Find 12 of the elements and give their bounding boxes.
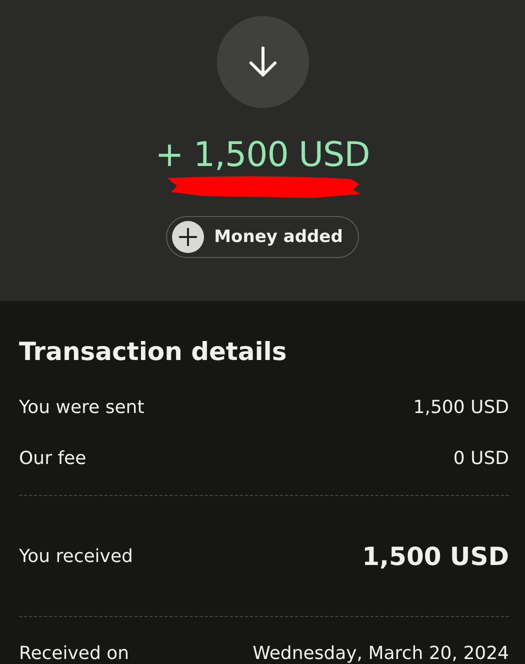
detail-value: 1,500 USD xyxy=(362,542,509,570)
detail-label: Received on xyxy=(19,643,130,664)
status-chip[interactable]: Money added xyxy=(166,216,359,258)
section-title: Transaction details xyxy=(19,337,288,366)
amount-text: + 1,500 USD xyxy=(155,134,370,176)
detail-label: Our fee xyxy=(19,448,86,469)
detail-value: 0 USD xyxy=(453,448,509,469)
detail-label: You were sent xyxy=(19,397,144,418)
detail-label: You received xyxy=(19,546,133,566)
detail-value: 1,500 USD xyxy=(413,397,509,418)
plus-icon xyxy=(172,221,204,253)
detail-value: Wednesday, March 20, 2024 xyxy=(252,643,509,664)
